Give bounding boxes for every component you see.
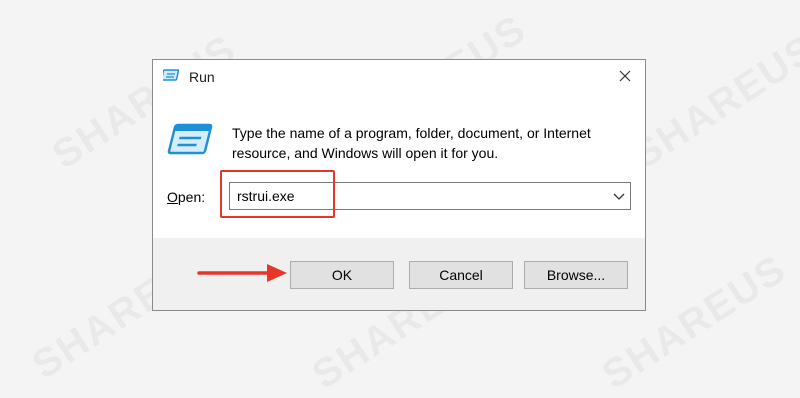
run-program-icon bbox=[167, 123, 213, 155]
open-label-accelerator: O bbox=[167, 189, 178, 205]
close-button[interactable] bbox=[605, 60, 645, 92]
chevron-down-icon[interactable] bbox=[612, 190, 626, 202]
open-label: Open: bbox=[167, 189, 205, 205]
watermark: SHAREUS bbox=[625, 27, 800, 179]
dialog-description: Type the name of a program, folder, docu… bbox=[232, 125, 591, 161]
input-highlight-box bbox=[220, 170, 335, 218]
open-label-text: pen: bbox=[177, 189, 206, 205]
annotation-arrow bbox=[197, 264, 287, 282]
run-app-icon bbox=[163, 69, 180, 81]
title-bar[interactable]: Run bbox=[153, 60, 645, 92]
cancel-button[interactable]: Cancel bbox=[409, 261, 513, 289]
close-icon bbox=[619, 70, 631, 82]
ok-button[interactable]: OK bbox=[290, 261, 394, 289]
dialog-title: Run bbox=[189, 69, 215, 85]
browse-button[interactable]: Browse... bbox=[524, 261, 628, 289]
